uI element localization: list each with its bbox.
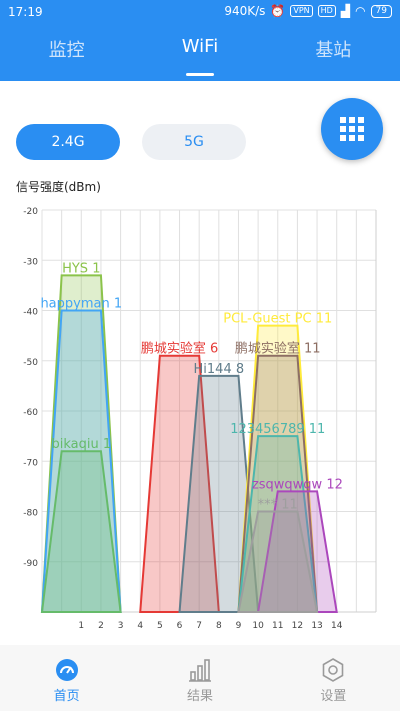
y-tick-label: -60 [23, 408, 38, 418]
x-tick-label: 2 [98, 621, 104, 631]
grid-icon [340, 117, 364, 141]
band-24g-button[interactable]: 2.4G [16, 124, 120, 160]
vpn-badge: VPN [290, 5, 313, 17]
x-tick-label: 5 [157, 621, 163, 631]
x-tick-label: 3 [118, 621, 124, 631]
network-label: 鹏城实验室 11 [235, 341, 321, 357]
x-tick-label: 8 [216, 621, 222, 631]
y-tick-label: -20 [23, 207, 38, 217]
tab-indicator [186, 73, 214, 76]
network-speed: 940K/s [224, 4, 266, 18]
bar-chart-icon [188, 659, 211, 682]
header: 17:19 940K/s ⏰ VPN HD ▟ ◠ 79 监控 WiFi 基站 [0, 0, 400, 81]
network-label: PCL-Guest PC 11 [223, 312, 332, 327]
tab-base-station[interactable]: 基站 [267, 36, 400, 76]
network-label: happyman 1 [40, 297, 122, 312]
gauge-icon [55, 659, 78, 681]
nav-settings-label: 设置 [320, 689, 347, 704]
network-label: *** 11 [258, 498, 298, 513]
network-label: bikaqiu 1 [51, 437, 111, 452]
x-tick-label: 9 [236, 621, 242, 631]
y-tick-label: -40 [23, 308, 38, 318]
settings-icon [323, 658, 344, 682]
network-label: zsqwqwqw 12 [252, 477, 343, 492]
battery-indicator: 79 [370, 4, 392, 18]
app-screen: 17:19 940K/s ⏰ VPN HD ▟ ◠ 79 监控 WiFi 基站 … [0, 0, 400, 711]
wifi-status-icon: ◠ [355, 4, 366, 18]
y-axis-title: 信号强度(dBm) [16, 180, 101, 194]
nav-settings[interactable]: 设置 [267, 645, 400, 711]
x-tick-label: 6 [177, 621, 183, 631]
x-tick-label: 12 [292, 621, 303, 631]
network-label: HYS 1 [62, 261, 100, 276]
x-tick-label: 4 [137, 621, 143, 631]
signal-chart: -20-30-40-50-60-70-80-901 2 3 4 5 6 7 8 9 10 11 12 1… [23, 207, 377, 631]
nav-results[interactable]: 结果 [133, 645, 266, 711]
x-tick-label: 13 [311, 621, 322, 631]
status-icons: 940K/s ⏰ VPN HD ▟ ◠ 79 [224, 4, 392, 18]
tab-monitor[interactable]: 监控 [0, 36, 133, 76]
y-tick-label: -90 [23, 559, 38, 569]
x-tick-label: 7 [196, 621, 202, 631]
x-tick-label: 14 [331, 621, 343, 631]
y-tick-label: -80 [23, 509, 38, 519]
network-label: Hi144 8 [194, 362, 245, 377]
y-tick-label: -50 [23, 358, 38, 368]
status-time: 17:19 [8, 5, 43, 19]
nav-home-label: 首页 [53, 689, 80, 704]
bottom-nav: 首页 结果 设置 [0, 645, 400, 711]
y-tick-label: -30 [23, 257, 38, 267]
signal-icon: ▟ [340, 4, 351, 18]
nav-home[interactable]: 首页 [0, 645, 133, 711]
hd-badge: HD [317, 5, 336, 17]
status-bar: 17:19 940K/s ⏰ VPN HD ▟ ◠ 79 [0, 0, 400, 24]
alarm-icon: ⏰ [270, 4, 286, 18]
network-label: 鹏城实验室 6 [141, 341, 218, 357]
y-tick-label: -70 [23, 458, 38, 468]
network-label: 123456789 11 [230, 422, 325, 437]
nav-results-label: 结果 [186, 689, 213, 704]
x-tick-label: 10 [252, 621, 264, 631]
tab-wifi[interactable]: WiFi [133, 36, 266, 76]
x-tick-label: 11 [272, 621, 283, 631]
band-5g-button[interactable]: 5G [142, 124, 246, 160]
grid-menu-button[interactable] [321, 98, 383, 160]
top-tabs: 监控 WiFi 基站 [0, 36, 400, 76]
x-tick-label: 1 [78, 621, 84, 631]
